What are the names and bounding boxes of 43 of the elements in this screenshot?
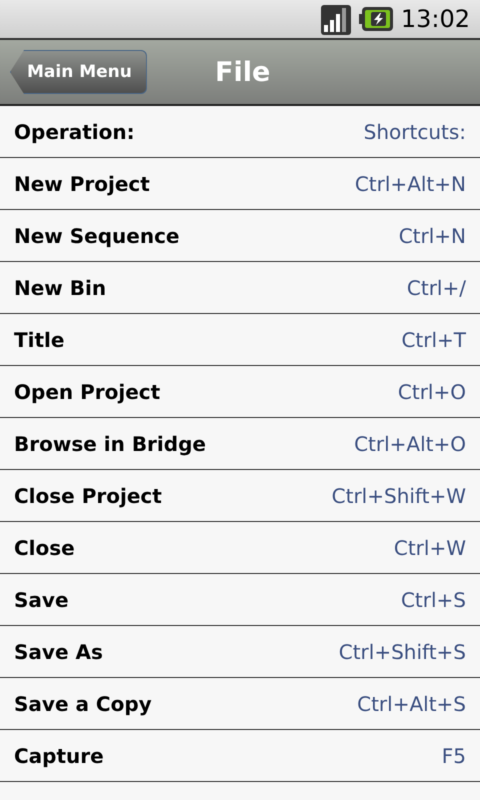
- shortcut-label: Ctrl+O: [398, 380, 466, 404]
- shortcut-label: Ctrl+Shift+W: [332, 484, 466, 508]
- screen-title: File: [215, 56, 270, 88]
- operation-label: Capture: [14, 744, 104, 768]
- operation-label: Browse in Bridge: [14, 432, 206, 456]
- operation-label: Save As: [14, 640, 103, 664]
- operation-label: New Bin: [14, 276, 106, 300]
- shortcut-label: Ctrl+Alt+O: [354, 432, 466, 456]
- operation-label: Close Project: [14, 484, 162, 508]
- battery-icon: [358, 7, 393, 31]
- signal-icon: [320, 5, 351, 35]
- list-item[interactable]: Save As Ctrl+Shift+S: [0, 626, 480, 678]
- shortcut-label: Ctrl+/: [406, 276, 466, 300]
- column-heading: Operation:: [14, 120, 135, 144]
- operation-label: Save a Copy: [14, 692, 152, 716]
- list-item[interactable]: Close Ctrl+W: [0, 522, 480, 574]
- operation-label: Close: [14, 536, 75, 560]
- operation-label: New Project: [14, 172, 150, 196]
- shortcut-label: Ctrl+N: [398, 224, 466, 248]
- clock-time: 13:02: [400, 5, 470, 33]
- shortcut-label: Ctrl+S: [400, 588, 466, 612]
- list-item[interactable]: New Project Ctrl+Alt+N: [0, 158, 480, 210]
- operation-label: Title: [14, 328, 64, 352]
- list-item[interactable]: Close Project Ctrl+Shift+W: [0, 470, 480, 522]
- shortcut-label: Ctrl+Alt+N: [354, 172, 466, 196]
- shortcut-label: F5: [442, 744, 466, 768]
- list-item[interactable]: Save a Copy Ctrl+Alt+S: [0, 678, 480, 730]
- list-item[interactable]: Open Project Ctrl+O: [0, 366, 480, 418]
- list-item[interactable]: New Sequence Ctrl+N: [0, 210, 480, 262]
- list-item[interactable]: New Bin Ctrl+/: [0, 262, 480, 314]
- operation-label: Open Project: [14, 380, 160, 404]
- shortcut-label: Ctrl+Alt+S: [357, 692, 466, 716]
- shortcut-label: Ctrl+T: [401, 328, 466, 352]
- list-item[interactable]: Title Ctrl+T: [0, 314, 480, 366]
- column-heading: Shortcuts:: [364, 120, 466, 144]
- shortcut-label: Ctrl+Shift+S: [338, 640, 466, 664]
- list-item[interactable]: Capture F5: [0, 730, 480, 782]
- shortcut-label: Ctrl+W: [394, 536, 466, 560]
- operation-label: New Sequence: [14, 224, 180, 248]
- back-button[interactable]: Main Menu: [10, 50, 147, 94]
- list-item[interactable]: Save Ctrl+S: [0, 574, 480, 626]
- list-item[interactable]: Browse in Bridge Ctrl+Alt+O: [0, 418, 480, 470]
- operation-label: Save: [14, 588, 69, 612]
